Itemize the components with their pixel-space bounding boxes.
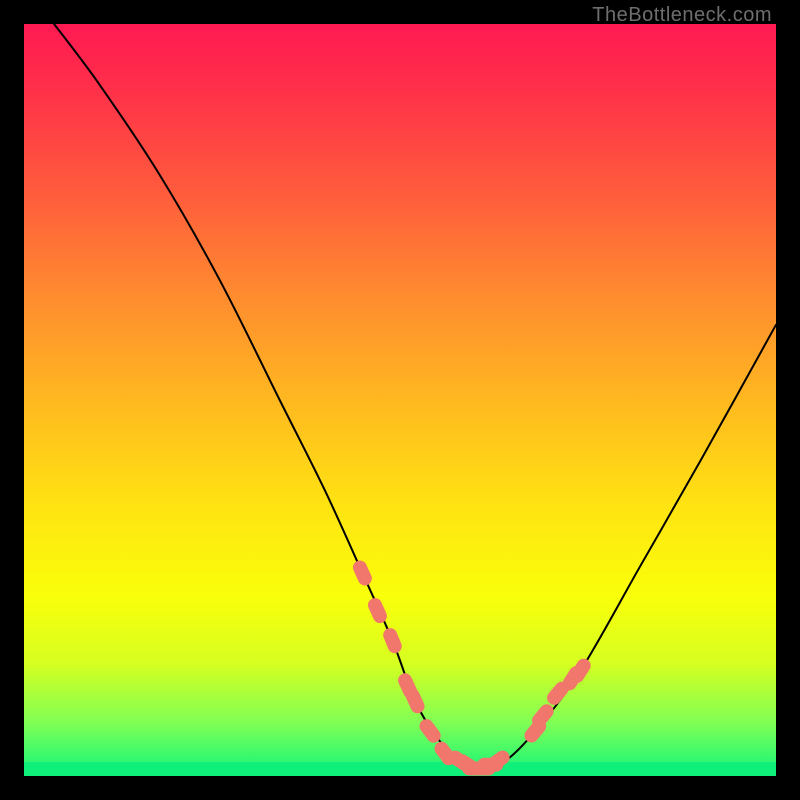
marker-point — [351, 558, 374, 587]
highlighted-points-group — [351, 558, 594, 778]
chart-frame: TheBottleneck.com — [0, 0, 800, 800]
marker-point — [381, 626, 404, 655]
plot-area — [24, 24, 776, 776]
marker-point — [417, 716, 444, 745]
marker-point — [366, 596, 389, 625]
marker-layer — [24, 24, 776, 776]
